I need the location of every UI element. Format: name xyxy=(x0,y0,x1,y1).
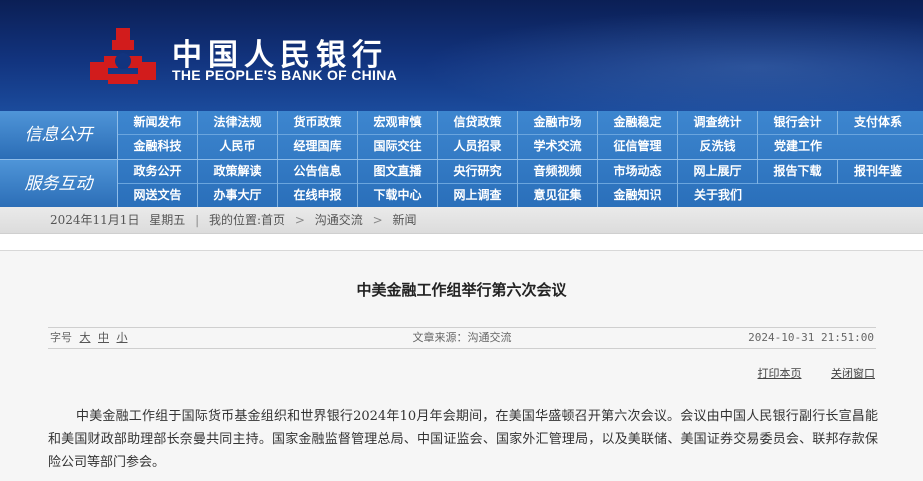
nav-item[interactable]: 信贷政策 xyxy=(438,111,518,135)
breadcrumb-section-link[interactable]: 沟通交流 xyxy=(315,213,363,227)
print-page-link[interactable]: 打印本页 xyxy=(758,367,802,380)
nav-item[interactable]: 央行研究 xyxy=(438,160,518,184)
article-meta-bar: 文章来源：沟通交流 字号 大 中 小 2024-10-31 21:51:00 xyxy=(48,327,876,349)
breadcrumb-bar: 2024年11月1日 星期五 | 我的位置:首页 > 沟通交流 > 新闻 xyxy=(0,207,923,234)
current-weekday: 星期五 xyxy=(149,213,186,227)
nav-item[interactable]: 网送文告 xyxy=(118,184,198,208)
nav-item[interactable]: 在线申报 xyxy=(278,184,358,208)
nav-item[interactable]: 支付体系 xyxy=(838,111,918,135)
nav-item[interactable]: 征信管理 xyxy=(598,135,678,159)
nav-item[interactable]: 网上展厅 xyxy=(678,160,758,184)
nav-row: 金融科技 人民币 经理国库 国际交往 人员招录 学术交流 征信管理 反洗钱 党建… xyxy=(118,135,923,159)
nav-item[interactable]: 意见征集 xyxy=(518,184,598,208)
nav-item[interactable]: 党建工作 xyxy=(758,135,838,159)
nav-item[interactable]: 金融科技 xyxy=(118,135,198,159)
nav-row: 新闻发布 法律法规 货币政策 宏观审慎 信贷政策 金融市场 金融稳定 调查统计 … xyxy=(118,111,923,135)
nav-item[interactable]: 金融知识 xyxy=(598,184,678,208)
location-label: 我的位置: xyxy=(209,213,262,227)
breadcrumb-current[interactable]: 新闻 xyxy=(393,213,417,227)
main-navigation: 信息公开 新闻发布 法律法规 货币政策 宏观审慎 信贷政策 金融市场 金融稳定 … xyxy=(0,111,923,208)
nav-item[interactable]: 关于我们 xyxy=(678,184,758,208)
nav-item[interactable]: 经理国库 xyxy=(278,135,358,159)
nav-item[interactable]: 人员招录 xyxy=(438,135,518,159)
nav-item[interactable]: 公告信息 xyxy=(278,160,358,184)
font-large-button[interactable]: 大 xyxy=(80,331,91,344)
nav-item[interactable]: 法律法规 xyxy=(198,111,278,135)
font-small-button[interactable]: 小 xyxy=(117,331,128,344)
nav-item[interactable]: 市场动态 xyxy=(598,160,678,184)
nav-item[interactable]: 国际交往 xyxy=(358,135,438,159)
nav-item[interactable]: 报告下载 xyxy=(758,160,838,184)
breadcrumb-separator: | xyxy=(195,213,200,227)
nav-item[interactable]: 新闻发布 xyxy=(118,111,198,135)
nav-item[interactable]: 音频视频 xyxy=(518,160,598,184)
nav-item[interactable]: 办事大厅 xyxy=(198,184,278,208)
nav-item[interactable]: 货币政策 xyxy=(278,111,358,135)
nav-item[interactable]: 反洗钱 xyxy=(678,135,758,159)
article-datetime: 2024-10-31 21:51:00 xyxy=(748,331,874,344)
article-title: 中美金融工作组举行第六次会议 xyxy=(356,281,567,299)
bank-name-english: THE PEOPLE'S BANK OF CHINA xyxy=(172,67,398,83)
nav-group-service: 服务互动 政务公开 政策解读 公告信息 图文直播 央行研究 音频视频 市场动态 … xyxy=(0,159,923,208)
nav-item[interactable]: 下载中心 xyxy=(358,184,438,208)
font-size-label: 字号 xyxy=(50,331,72,344)
nav-item[interactable]: 调查统计 xyxy=(678,111,758,135)
nav-item[interactable]: 宏观审慎 xyxy=(358,111,438,135)
nav-item[interactable]: 政务公开 xyxy=(118,160,198,184)
nav-group-label-info[interactable]: 信息公开 xyxy=(0,111,118,159)
nav-item[interactable]: 网上调查 xyxy=(438,184,518,208)
nav-item[interactable]: 金融市场 xyxy=(518,111,598,135)
nav-item[interactable]: 图文直播 xyxy=(358,160,438,184)
article-container: 中美金融工作组举行第六次会议 文章来源：沟通交流 字号 大 中 小 2024-1… xyxy=(0,250,923,481)
current-date: 2024年11月1日 xyxy=(50,213,140,227)
nav-group-label-service[interactable]: 服务互动 xyxy=(0,160,118,208)
breadcrumb-arrow: > xyxy=(372,213,383,227)
close-window-link[interactable]: 关闭窗口 xyxy=(831,367,875,380)
nav-group-info: 信息公开 新闻发布 法律法规 货币政策 宏观审慎 信贷政策 金融市场 金融稳定 … xyxy=(0,111,923,159)
pboc-emblem-icon[interactable] xyxy=(90,28,156,90)
banner-decoration xyxy=(363,0,923,111)
nav-item[interactable]: 报刊年鉴 xyxy=(838,160,918,184)
nav-item[interactable]: 金融稳定 xyxy=(598,111,678,135)
site-banner: 中国人民银行 THE PEOPLE'S BANK OF CHINA xyxy=(0,0,923,111)
nav-item[interactable]: 学术交流 xyxy=(518,135,598,159)
article-actions: 打印本页 关闭窗口 xyxy=(732,365,876,381)
font-size-control: 字号 大 中 小 xyxy=(50,328,128,348)
breadcrumb-home-link[interactable]: 首页 xyxy=(261,213,285,227)
font-medium-button[interactable]: 中 xyxy=(98,331,109,344)
nav-item[interactable]: 银行会计 xyxy=(758,111,838,135)
nav-row: 政务公开 政策解读 公告信息 图文直播 央行研究 音频视频 市场动态 网上展厅 … xyxy=(118,160,923,184)
breadcrumb-arrow: > xyxy=(294,213,305,227)
article-body: 中美金融工作组于国际货币基金组织和世界银行2024年10月年会期间，在美国华盛顿… xyxy=(48,409,878,470)
nav-row: 网送文告 办事大厅 在线申报 下载中心 网上调查 意见征集 金融知识 关于我们 xyxy=(118,184,923,208)
nav-item[interactable]: 人民币 xyxy=(198,135,278,159)
nav-item[interactable]: 政策解读 xyxy=(198,160,278,184)
